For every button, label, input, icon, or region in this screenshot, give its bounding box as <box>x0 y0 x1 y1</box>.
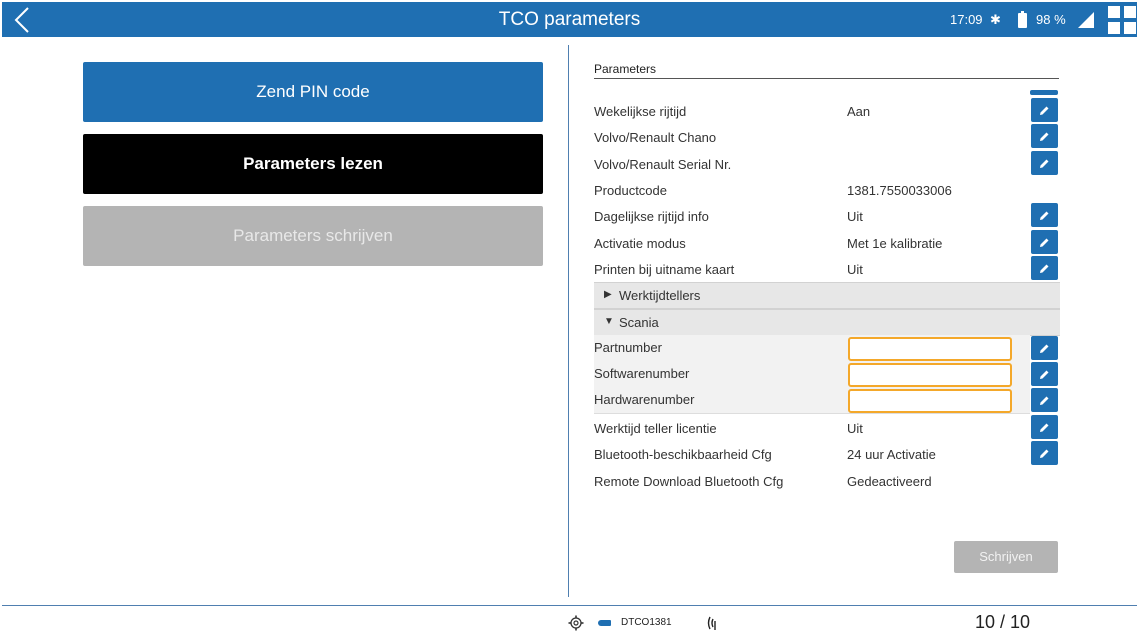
hardwarenumber-input[interactable] <box>848 389 1012 413</box>
group-label: Scania <box>619 315 659 330</box>
pencil-icon <box>1040 370 1049 379</box>
pencil-icon <box>1040 159 1049 168</box>
footer-divider <box>2 605 1137 606</box>
param-row: Productcode 1381.7550033006 <box>594 177 1060 203</box>
scania-row: Partnumber <box>594 336 1060 362</box>
pencil-icon <box>1040 106 1049 115</box>
tachograph-icon <box>598 620 611 626</box>
section-divider <box>594 78 1059 79</box>
write-button[interactable]: Schrijven <box>954 541 1058 573</box>
group-werktijdtellers[interactable]: ▶ Werktijdtellers <box>594 282 1060 309</box>
param-value: Uit <box>847 421 863 436</box>
pencil-icon <box>1040 211 1049 220</box>
edit-button[interactable] <box>1031 388 1058 412</box>
scania-row: Softwarenumber <box>594 362 1060 388</box>
param-label: Volvo/Renault Serial Nr. <box>594 157 732 172</box>
read-parameters-button[interactable]: Parameters lezen <box>83 134 543 194</box>
group-label: Werktijdtellers <box>619 288 701 303</box>
edit-button[interactable] <box>1031 230 1058 254</box>
page-indicator: 10 / 10 <box>975 612 1031 632</box>
partnumber-input[interactable] <box>848 337 1012 361</box>
group-scania[interactable]: ▼ Scania <box>594 309 1060 336</box>
edit-button[interactable] <box>1031 415 1058 439</box>
wireless-icon <box>707 616 716 630</box>
param-label: Volvo/Renault Chano <box>594 130 717 145</box>
pencil-icon <box>1040 264 1049 273</box>
edit-button[interactable] <box>1031 98 1058 122</box>
edit-button[interactable] <box>1031 441 1058 465</box>
caret-down-icon: ▼ <box>604 316 614 327</box>
param-value: 1381.7550033006 <box>847 183 952 198</box>
pencil-icon <box>1040 449 1049 458</box>
apps-grid-icon[interactable] <box>1108 6 1136 34</box>
param-value: Met 1e kalibratie <box>847 236 943 251</box>
param-row: Bluetooth-beschikbaarheid Cfg 24 uur Act… <box>594 441 1060 467</box>
panel-divider <box>568 45 569 597</box>
param-row: Dagelijkse rijtijd info Uit <box>594 203 1060 229</box>
pencil-icon <box>1040 396 1049 405</box>
top-bar: TCO parameters 17:09 ✱ 98 % <box>2 2 1137 37</box>
pencil-icon <box>1040 423 1049 432</box>
param-row: Volvo/Renault Chano <box>594 124 1060 150</box>
param-value: Uit <box>847 262 863 277</box>
param-label: Wekelijkse rijtijd <box>594 104 687 119</box>
param-label: Hardwarenumber <box>594 392 695 407</box>
pencil-icon <box>1040 344 1049 353</box>
param-value: 24 uur Activatie <box>847 447 936 462</box>
bluetooth-icon: ✱ <box>990 12 1001 27</box>
param-label: Werktijd teller licentie <box>594 421 717 436</box>
clock-time: 17:09 <box>950 12 983 27</box>
edit-button[interactable] <box>1031 151 1058 175</box>
param-row: Volvo/Renault Serial Nr. <box>594 151 1060 177</box>
param-row: Activatie modus Met 1e kalibratie <box>594 230 1060 256</box>
param-value: Uit <box>847 209 863 224</box>
signal-icon <box>1078 12 1094 28</box>
param-value: Gedeactiveerd <box>847 474 932 489</box>
battery-percentage: 98 % <box>1036 12 1066 27</box>
edit-button[interactable] <box>1031 124 1058 148</box>
scroll-indicator[interactable] <box>1030 90 1058 95</box>
param-label: Productcode <box>594 183 667 198</box>
param-label: Bluetooth-beschikbaarheid Cfg <box>594 447 772 462</box>
param-value: Aan <box>847 104 871 119</box>
gear-icon[interactable] <box>568 615 584 631</box>
param-label: Partnumber <box>594 340 662 355</box>
write-parameters-button[interactable]: Parameters schrijven <box>83 206 543 266</box>
param-row: Werktijd teller licentie Uit <box>594 415 1060 441</box>
param-label: Activatie modus <box>594 236 686 251</box>
caret-right-icon: ▶ <box>604 289 612 300</box>
softwarenumber-input[interactable] <box>848 363 1012 387</box>
edit-button[interactable] <box>1031 203 1058 227</box>
parameters-section-title: Parameters <box>594 62 657 76</box>
send-pin-button[interactable]: Zend PIN code <box>83 62 543 122</box>
param-row: Wekelijkse rijtijd Aan <box>594 98 1060 124</box>
pencil-icon <box>1040 238 1049 247</box>
edit-button[interactable] <box>1031 336 1058 360</box>
scania-row: Hardwarenumber <box>594 388 1060 414</box>
param-label: Remote Download Bluetooth Cfg <box>594 474 784 489</box>
param-row: Printen bij uitname kaart Uit <box>594 256 1060 282</box>
edit-button[interactable] <box>1031 362 1058 386</box>
param-label: Softwarenumber <box>594 366 690 381</box>
device-name: DTCO1381 <box>621 617 672 628</box>
param-label: Printen bij uitname kaart <box>594 262 735 277</box>
battery-icon <box>1018 11 1027 28</box>
edit-button[interactable] <box>1031 256 1058 280</box>
param-row: Remote Download Bluetooth Cfg Gedeactive… <box>594 468 1060 494</box>
param-label: Dagelijkse rijtijd info <box>594 209 709 224</box>
pencil-icon <box>1040 132 1049 141</box>
